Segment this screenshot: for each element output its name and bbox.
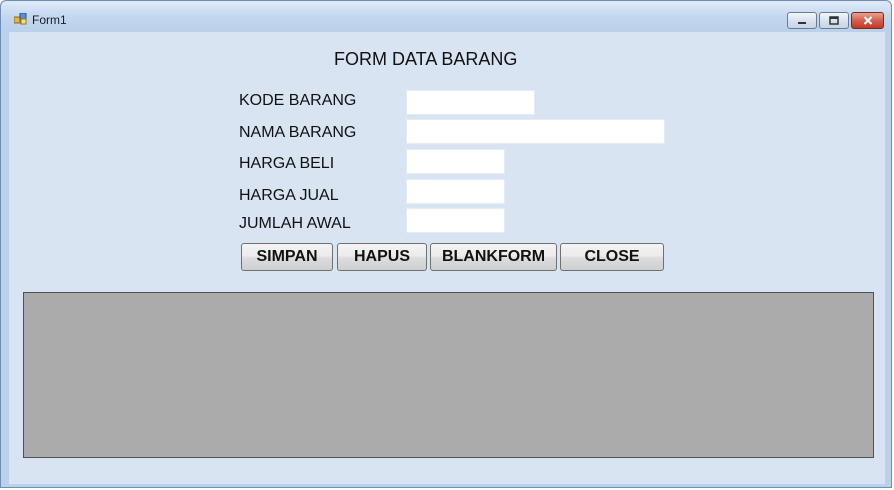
form-heading: FORM DATA BARANG: [334, 49, 518, 69]
form-client-area: FORM DATA BARANG KODE BARANG NAMA BARANG…: [9, 32, 885, 484]
harga-jual-input[interactable]: [406, 179, 505, 204]
jumlah-awal-label: JUMLAH AWAL: [239, 215, 351, 232]
harga-beli-input[interactable]: [406, 149, 505, 174]
data-grid[interactable]: [23, 292, 874, 458]
jumlah-awal-input[interactable]: [406, 208, 505, 233]
nama-barang-label: NAMA BARANG: [239, 124, 357, 141]
minimize-icon: [797, 12, 807, 30]
maximize-icon: [829, 12, 839, 30]
hapus-button[interactable]: HAPUS: [337, 243, 427, 271]
harga-jual-label: HARGA JUAL: [239, 187, 339, 204]
nama-barang-input[interactable]: [406, 119, 665, 144]
close-button[interactable]: CLOSE: [560, 243, 664, 271]
kode-barang-label: KODE BARANG: [239, 92, 357, 109]
window-title: Form1: [32, 13, 67, 27]
maximize-button[interactable]: [819, 12, 849, 29]
form-app-icon[interactable]: [14, 13, 28, 25]
harga-beli-label: HARGA BELI: [239, 155, 335, 172]
title-bar[interactable]: Form1: [1, 1, 891, 31]
minimize-button[interactable]: [787, 12, 817, 29]
main-window: Form1 FORM DATA BARANG KODE BARANG NAMA …: [0, 0, 892, 488]
blankform-button[interactable]: BLANKFORM: [430, 243, 557, 271]
close-icon: [863, 12, 873, 30]
close-window-button[interactable]: [851, 12, 884, 29]
kode-barang-input[interactable]: [406, 90, 535, 115]
simpan-button[interactable]: SIMPAN: [241, 243, 333, 271]
